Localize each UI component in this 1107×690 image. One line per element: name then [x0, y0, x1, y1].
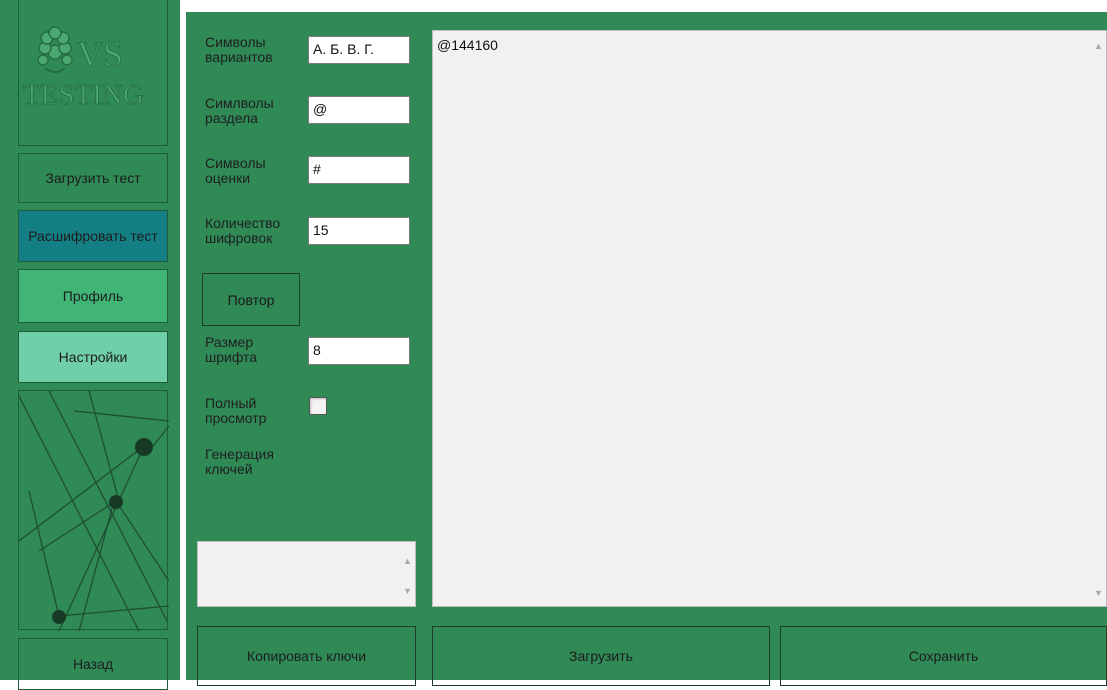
editor-scroll-up-icon[interactable]: ▲: [1094, 41, 1103, 51]
full-view-checkbox[interactable]: [309, 397, 327, 415]
key-generation-label: Генерация ключей: [205, 446, 274, 477]
variant-symbols-input[interactable]: А. Б. В. Г.: [308, 36, 410, 64]
editor-scroll-down-icon[interactable]: ▼: [1094, 588, 1103, 598]
keys-output-textarea[interactable]: ▲ ▼: [197, 541, 416, 607]
save-label: Сохранить: [908, 648, 979, 664]
app-logo: VS TESTING: [18, 0, 168, 146]
decorative-network-graphic: [18, 390, 170, 632]
score-symbols-input[interactable]: #: [308, 156, 410, 184]
scroll-up-arrow-icon[interactable]: ▲: [403, 556, 412, 566]
repeat-label: Повтор: [227, 291, 275, 308]
profile-label: Профиль: [62, 287, 124, 304]
load-test-button[interactable]: Загрузить тест: [18, 153, 168, 203]
back-label: Назад: [72, 655, 114, 672]
full-view-label: Полный просмотр: [205, 395, 267, 426]
settings-label: Настройки: [58, 348, 128, 365]
cipher-count-label: Количество шифровок: [205, 215, 281, 246]
editor-scrollbar[interactable]: ▲ ▼: [1090, 31, 1106, 606]
variant-symbols-label: Символы вариантов: [205, 34, 273, 65]
cipher-count-input[interactable]: 15: [308, 217, 410, 245]
copy-keys-button[interactable]: Копировать ключи: [197, 626, 416, 686]
repeat-button[interactable]: Повтор: [202, 273, 300, 326]
save-button[interactable]: Сохранить: [780, 626, 1107, 686]
section-symbols-input[interactable]: @: [308, 96, 410, 124]
score-symbols-label: Символы оценки: [205, 155, 266, 186]
section-symbols-label: Симлволы раздела: [205, 95, 274, 126]
editor-content: @144160: [437, 37, 498, 53]
decrypt-test-label: Расшифровать тест: [28, 227, 158, 244]
logo-text-bottom: TESTING: [23, 79, 144, 111]
profile-button[interactable]: Профиль: [18, 269, 168, 323]
keys-output-scrollbar[interactable]: ▲ ▼: [399, 542, 415, 606]
font-size-input[interactable]: 8: [308, 337, 410, 365]
logo-text-top: VS: [77, 34, 123, 74]
decrypt-test-button[interactable]: Расшифровать тест: [18, 210, 168, 262]
back-button[interactable]: Назад: [18, 638, 168, 690]
font-size-label: Размер шрифта: [205, 334, 258, 365]
logo-emblem: VS TESTING: [23, 26, 144, 111]
load-test-label: Загрузить тест: [45, 169, 141, 186]
test-editor-textarea[interactable]: @144160 ▲ ▼: [432, 30, 1107, 607]
scroll-down-arrow-icon[interactable]: ▼: [403, 586, 412, 596]
copy-keys-label: Копировать ключи: [246, 648, 367, 664]
settings-button[interactable]: Настройки: [18, 331, 168, 383]
load-label: Загрузить: [569, 648, 633, 664]
load-button[interactable]: Загрузить: [432, 626, 770, 686]
